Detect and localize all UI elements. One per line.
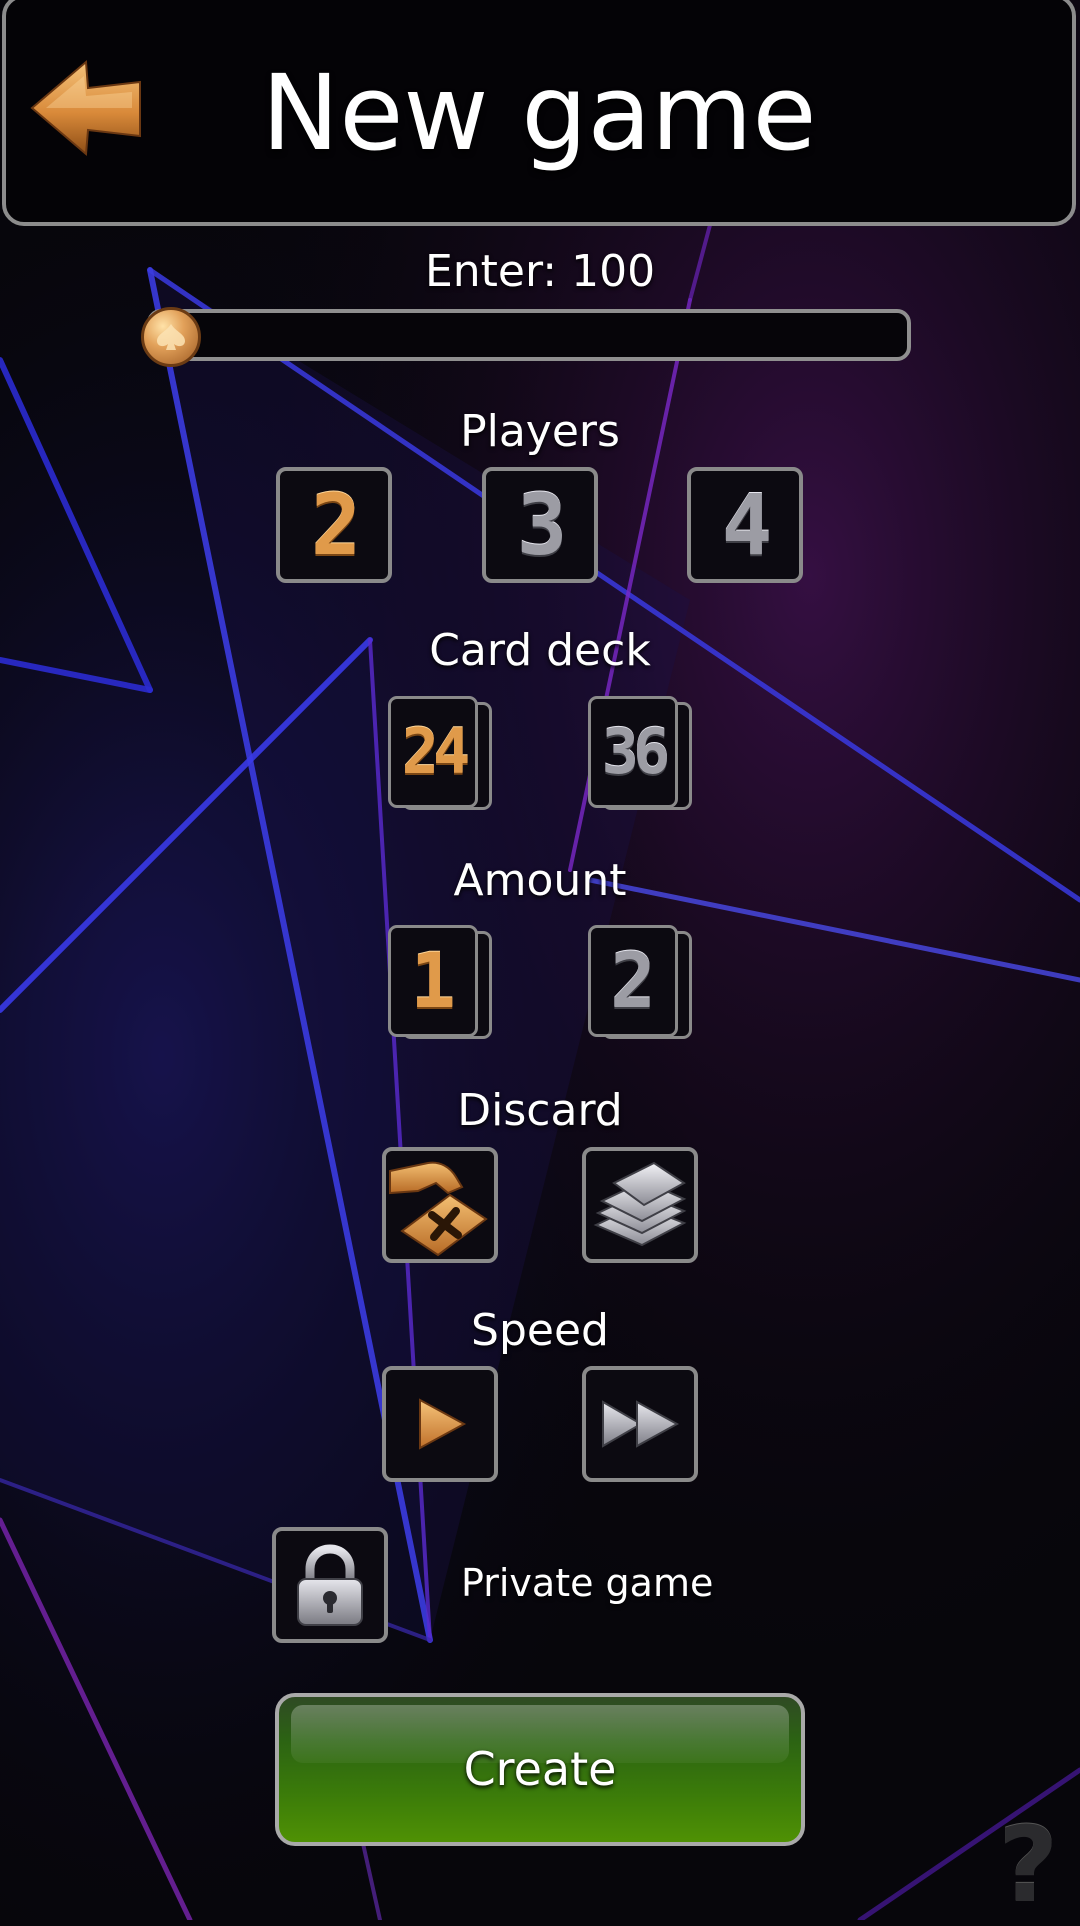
spade-icon — [157, 324, 185, 350]
hand-discard-icon — [389, 1161, 488, 1257]
players-option-2[interactable]: 2 — [276, 467, 392, 583]
players-option-4[interactable]: 4 — [687, 467, 803, 583]
card-front: 24 — [388, 696, 478, 808]
card-stack-icon — [593, 1161, 687, 1247]
header-bar: New game — [2, 0, 1076, 226]
players-option-label: 2 — [310, 476, 362, 574]
create-button[interactable]: Create — [275, 1693, 805, 1846]
amount-option-label: 1 — [410, 936, 456, 1025]
card-front: 1 — [388, 925, 478, 1037]
players-option-label: 4 — [721, 476, 773, 574]
players-option-label: 3 — [516, 476, 568, 574]
speed-option-normal[interactable] — [382, 1366, 498, 1482]
discard-label: Discard — [457, 1085, 623, 1136]
fast-forward-icon — [602, 1400, 680, 1448]
create-button-label: Create — [463, 1742, 617, 1796]
private-game-toggle[interactable] — [272, 1527, 388, 1643]
amount-label: Amount — [453, 855, 627, 906]
amount-option-label: 2 — [610, 936, 656, 1025]
bet-slider[interactable] — [147, 309, 911, 361]
bet-slider-handle[interactable] — [141, 307, 201, 367]
card-deck-label: Card deck — [429, 625, 651, 676]
speed-label: Speed — [471, 1305, 609, 1356]
play-icon — [419, 1398, 467, 1450]
private-game-label: Private game — [461, 1561, 714, 1605]
amount-option-1[interactable]: 1 — [388, 925, 492, 1039]
card-front: 36 — [588, 696, 678, 808]
card-deck-option-label: 36 — [601, 715, 671, 788]
speed-option-fast[interactable] — [582, 1366, 698, 1482]
help-icon[interactable]: ? — [998, 1810, 1058, 1920]
players-option-3[interactable]: 3 — [482, 467, 598, 583]
amount-option-2[interactable]: 2 — [588, 925, 692, 1039]
card-deck-option-36[interactable]: 36 — [588, 696, 692, 810]
players-label: Players — [460, 406, 620, 457]
card-front: 2 — [588, 925, 678, 1037]
card-deck-option-24[interactable]: 24 — [388, 696, 492, 810]
lock-icon — [297, 1544, 363, 1626]
card-deck-option-label: 24 — [401, 715, 471, 788]
discard-option-hand[interactable] — [382, 1147, 498, 1263]
bet-label: Enter: 100 — [424, 246, 656, 297]
discard-option-stack[interactable] — [582, 1147, 698, 1263]
page-title: New game — [261, 52, 817, 174]
